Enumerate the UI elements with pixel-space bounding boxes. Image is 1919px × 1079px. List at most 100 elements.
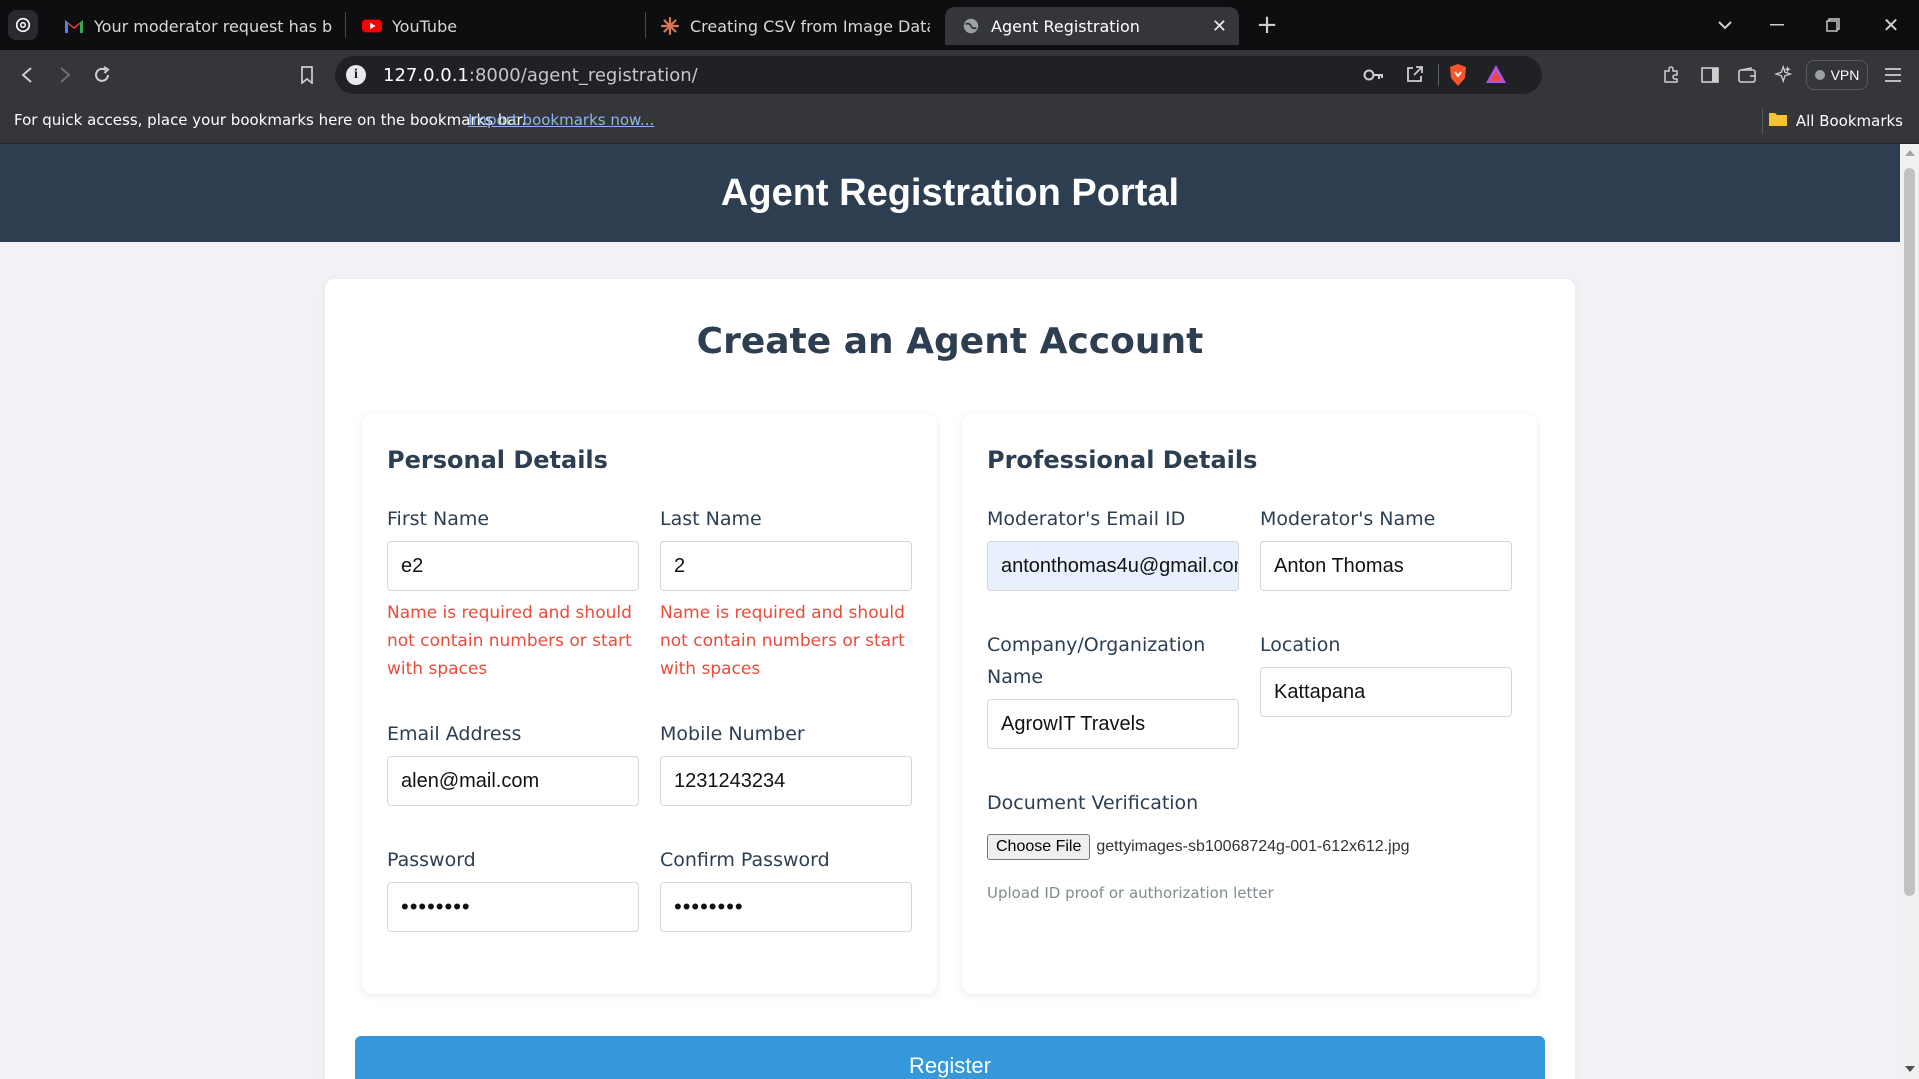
- last-name-input[interactable]: 2: [660, 541, 912, 591]
- minimize-window-icon[interactable]: [1764, 12, 1790, 38]
- new-tab-icon[interactable]: +: [1252, 10, 1282, 40]
- reload-icon[interactable]: [89, 62, 115, 88]
- professional-details-heading: Professional Details: [987, 446, 1258, 474]
- document-group: Document Verification: [987, 787, 1487, 819]
- mobile-input[interactable]: 1231243234: [660, 756, 912, 806]
- sidebar-toggle-icon[interactable]: [1697, 62, 1723, 88]
- registration-card: Create an Agent Account Personal Details…: [325, 279, 1575, 1079]
- last-name-error: Name is required and should not contain …: [660, 603, 905, 679]
- portal-title: Agent Registration Portal: [720, 171, 1180, 214]
- globe-icon: [961, 16, 981, 36]
- company-label: Company/Organization Name: [987, 634, 1206, 688]
- tab-gmail[interactable]: Your moderator request has been ac: [62, 7, 332, 45]
- first-name-input[interactable]: e2: [387, 541, 639, 591]
- email-group: Email Address alen@mail.com: [387, 718, 639, 806]
- bookmark-page-icon[interactable]: [294, 62, 320, 88]
- company-input[interactable]: AgrowIT Travels: [987, 699, 1239, 749]
- company-group: Company/Organization Name AgrowIT Travel…: [987, 629, 1239, 749]
- scroll-down-arrow[interactable]: [1905, 1066, 1915, 1072]
- share-icon[interactable]: [1405, 64, 1425, 88]
- email-input[interactable]: alen@mail.com: [387, 756, 639, 806]
- tab-agent-registration[interactable]: Agent Registration ✕: [945, 7, 1239, 45]
- document-label: Document Verification: [987, 792, 1199, 814]
- personal-details-heading: Personal Details: [387, 446, 608, 474]
- menu-icon[interactable]: [1880, 62, 1906, 88]
- password-key-icon[interactable]: [1363, 65, 1385, 89]
- tab-title: Creating CSV from Image Dataset -: [690, 16, 930, 36]
- professional-details-section: Professional Details Moderator's Email I…: [962, 414, 1537, 994]
- location-label: Location: [1260, 634, 1341, 656]
- moderator-email-input[interactable]: antonthomas4u@gmail.com: [987, 541, 1239, 591]
- youtube-icon: [362, 16, 382, 36]
- moderator-email-label: Moderator's Email ID: [987, 508, 1186, 530]
- tab-claude[interactable]: Creating CSV from Image Dataset -: [660, 7, 930, 45]
- url-path: :8000/agent_registration/: [468, 64, 698, 86]
- moderator-name-label: Moderator's Name: [1260, 508, 1436, 530]
- moderator-email-group: Moderator's Email ID antonthomas4u@gmail…: [987, 503, 1239, 591]
- vpn-status-icon: [1814, 70, 1825, 80]
- moderator-name-input[interactable]: Anton Thomas: [1260, 541, 1512, 591]
- bookmarks-divider: [1762, 108, 1763, 134]
- chatgpt-app-icon[interactable]: [8, 10, 38, 40]
- bookmarks-hint-text: For quick access, place your bookmarks h…: [14, 111, 527, 129]
- moderator-name-group: Moderator's Name Anton Thomas: [1260, 503, 1512, 591]
- forward-icon[interactable]: [52, 62, 78, 88]
- tab-title: YouTube: [392, 16, 458, 36]
- restore-window-icon[interactable]: [1820, 12, 1846, 38]
- first-name-error: Name is required and should not contain …: [387, 603, 632, 679]
- form-title: Create an Agent Account: [696, 321, 1204, 362]
- last-name-group: Last Name 2 Name is required and should …: [660, 503, 912, 683]
- confirm-password-input[interactable]: ••••••••: [660, 882, 912, 932]
- brave-shields-icon[interactable]: [1448, 63, 1468, 91]
- scroll-thumb[interactable]: [1904, 168, 1915, 896]
- page-scrollbar[interactable]: [1900, 144, 1919, 1079]
- personal-details-section: Personal Details First Name e2 Name is r…: [362, 414, 937, 994]
- omnibox-divider: [1438, 64, 1439, 86]
- page-content: Agent Registration Portal Create an Agen…: [0, 144, 1900, 1079]
- register-button[interactable]: Register: [355, 1036, 1545, 1079]
- extensions-icon[interactable]: [1658, 62, 1684, 88]
- site-info-icon[interactable]: i: [346, 65, 366, 85]
- first-name-label: First Name: [387, 508, 490, 530]
- all-bookmarks-button[interactable]: All Bookmarks: [1768, 111, 1903, 131]
- vpn-button[interactable]: VPN: [1806, 60, 1868, 90]
- vpn-label: VPN: [1830, 67, 1860, 83]
- claude-icon: [660, 16, 680, 36]
- portal-header: Agent Registration Portal: [0, 144, 1900, 242]
- tab-separator: [645, 12, 646, 38]
- back-icon[interactable]: [14, 62, 40, 88]
- all-bookmarks-label: All Bookmarks: [1795, 112, 1903, 130]
- document-file-input[interactable]: Choose File gettyimages-sb10068724g-001-…: [987, 834, 1410, 860]
- location-input[interactable]: Kattapana: [1260, 667, 1512, 717]
- selected-file-name: gettyimages-sb10068724g-001-612x612.jpg: [1096, 838, 1410, 855]
- folder-icon: [1768, 111, 1788, 131]
- last-name-label: Last Name: [660, 508, 762, 530]
- close-tab-icon[interactable]: ✕: [1212, 16, 1227, 37]
- location-group: Location Kattapana: [1260, 629, 1512, 717]
- url-text: 127.0.0.1:8000/agent_registration/: [383, 65, 698, 86]
- confirm-password-label: Confirm Password: [660, 849, 830, 871]
- tab-title: Agent Registration: [991, 16, 1140, 36]
- tab-search-chevron-icon[interactable]: [1712, 12, 1738, 38]
- import-bookmarks-link[interactable]: Import bookmarks now...: [468, 111, 654, 129]
- tab-title: Your moderator request has been ac: [94, 16, 332, 36]
- close-window-icon[interactable]: ✕: [1878, 12, 1904, 38]
- mobile-group: Mobile Number 1231243234: [660, 718, 912, 806]
- url-host: 127.0.0.1: [383, 64, 469, 86]
- choose-file-button[interactable]: Choose File: [987, 834, 1091, 860]
- gmail-icon: [64, 16, 84, 36]
- leo-ai-icon[interactable]: [1771, 62, 1797, 88]
- confirm-password-group: Confirm Password ••••••••: [660, 844, 912, 932]
- first-name-group: First Name e2 Name is required and shoul…: [387, 503, 639, 683]
- browser-tab-bar: Your moderator request has been ac YouTu…: [0, 0, 1919, 50]
- password-label: Password: [387, 849, 476, 871]
- tab-youtube[interactable]: YouTube: [362, 7, 632, 45]
- address-bar[interactable]: i 127.0.0.1:8000/agent_registration/: [335, 56, 1542, 94]
- mobile-label: Mobile Number: [660, 723, 805, 745]
- bookmarks-bar: For quick access, place your bookmarks h…: [0, 100, 1919, 144]
- password-input[interactable]: ••••••••: [387, 882, 639, 932]
- wallet-icon[interactable]: [1734, 62, 1760, 88]
- email-label: Email Address: [387, 723, 522, 745]
- scroll-up-arrow[interactable]: [1905, 150, 1915, 156]
- brave-rewards-icon[interactable]: [1485, 64, 1507, 88]
